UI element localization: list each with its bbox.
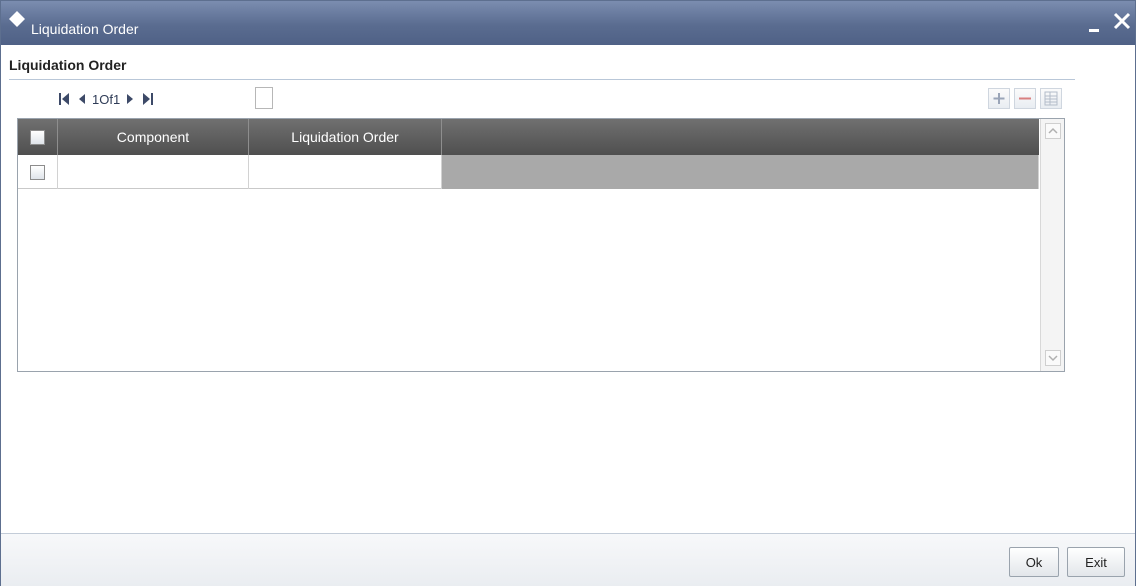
footer-bar: Ok Exit	[1, 533, 1135, 586]
section-divider	[9, 79, 1075, 80]
table-row[interactable]	[18, 155, 1039, 189]
close-icon[interactable]	[1111, 10, 1133, 32]
section-title: Liquidation Order	[9, 57, 127, 73]
row-filler	[442, 155, 1039, 189]
prev-page-icon[interactable]	[76, 92, 88, 106]
page-number-input[interactable]	[255, 87, 273, 109]
column-header-liquidation-order[interactable]: Liquidation Order	[249, 119, 442, 155]
scroll-down-button[interactable]	[1045, 350, 1061, 366]
single-record-view-button[interactable]	[1040, 88, 1062, 109]
minus-icon	[1019, 97, 1031, 100]
window-titlebar[interactable]: Liquidation Order	[1, 1, 1135, 45]
row-select-cell	[18, 155, 58, 189]
select-all-cell	[18, 119, 58, 155]
row-checkbox[interactable]	[30, 164, 45, 180]
ok-button[interactable]: Ok	[1009, 547, 1059, 577]
pager: 1Of1	[58, 90, 154, 108]
grid-header: Component Liquidation Order	[18, 119, 1039, 155]
exit-button[interactable]: Exit	[1067, 547, 1125, 577]
liquidation-order-window: Liquidation Order Liquidation Order 1Of1	[0, 0, 1136, 586]
page-indicator: 1Of1	[92, 91, 121, 107]
vertical-scrollbar[interactable]	[1040, 119, 1064, 371]
diamond-icon	[9, 11, 25, 27]
select-all-checkbox[interactable]	[30, 129, 45, 145]
chevron-up-icon	[1048, 127, 1058, 134]
plus-icon	[993, 93, 1005, 104]
delete-row-button[interactable]	[1014, 88, 1036, 109]
liquidation-order-cell[interactable]	[249, 155, 442, 189]
scroll-up-button[interactable]	[1045, 123, 1061, 139]
list-columns-icon	[1044, 91, 1058, 106]
first-page-icon[interactable]	[58, 92, 70, 106]
last-page-icon[interactable]	[142, 92, 154, 106]
column-header-component[interactable]: Component	[58, 119, 249, 155]
window-title: Liquidation Order	[31, 21, 139, 37]
add-row-button[interactable]	[988, 88, 1010, 109]
component-cell[interactable]	[58, 155, 249, 189]
minimize-icon[interactable]	[1086, 16, 1104, 34]
next-page-icon[interactable]	[124, 92, 136, 106]
liquidation-order-grid: Component Liquidation Order	[17, 118, 1065, 372]
chevron-down-icon	[1048, 355, 1058, 362]
